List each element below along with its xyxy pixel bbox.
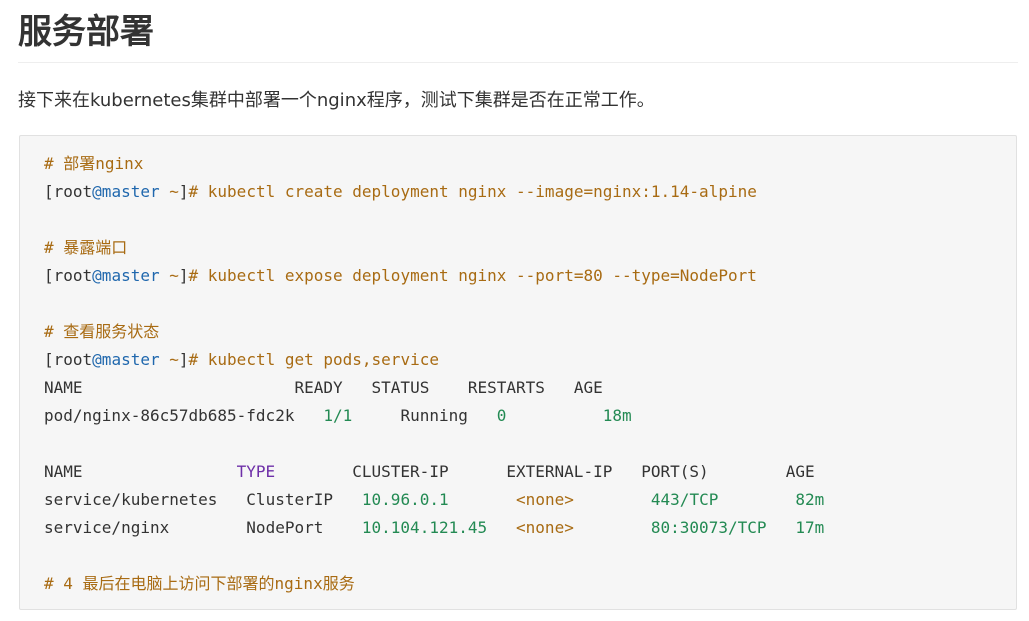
svc-type: NodePort: [246, 518, 324, 537]
pod-ready: 1/1: [323, 406, 353, 425]
command-expose: # kubectl expose deployment nginx --port…: [188, 266, 757, 285]
svc-ports: 80:30073/TCP: [650, 518, 767, 537]
svc-ports: 443/TCP: [650, 490, 719, 509]
svc-header-ports: PORT(S): [641, 462, 709, 481]
code-block[interactable]: # 部署nginx [root@master ~]# kubectl create…: [19, 135, 1017, 610]
services-table-row: service/kubernetes ClusterIP 10.96.0.1 <…: [44, 486, 824, 514]
command-line-create: [root@master ~]# kubectl create deployme…: [44, 178, 824, 206]
code-comment-deploy: # 部署nginx: [44, 154, 144, 173]
command-line-get: [root@master ~]# kubectl get pods,servic…: [44, 346, 824, 374]
command-line-expose: [root@master ~]# kubectl expose deployme…: [44, 262, 824, 290]
svc-header-age: AGE: [785, 462, 815, 481]
svc-cluster-ip: 10.104.121.45: [361, 518, 488, 537]
prompt-close: ]: [178, 182, 189, 201]
prompt-tilde: ~: [159, 182, 179, 201]
prompt-close: ]: [178, 266, 189, 285]
services-table-header: NAME TYPE CLUSTER-IP EXTERNAL-IP PORT(S)…: [44, 458, 824, 486]
svc-name: service/nginx: [44, 518, 170, 537]
svc-age: 82m: [795, 490, 825, 509]
pods-header-restarts: RESTARTS: [467, 378, 545, 397]
intro-paragraph: 接下来在kubernetes集群中部署一个nginx程序，测试下集群是否在正常工…: [18, 90, 655, 111]
code-comment-access: # 4 最后在电脑上访问下部署的nginx服务: [44, 574, 355, 593]
svc-age: 17m: [795, 518, 825, 537]
pod-name: pod/nginx-86c57db685-fdc2k: [44, 406, 295, 425]
svc-cluster-ip: 10.96.0.1: [361, 490, 449, 509]
svc-header-type: TYPE: [236, 462, 276, 481]
prompt-open: [root: [44, 182, 93, 201]
section-heading: 服务部署: [18, 12, 154, 52]
article-section: 服务部署 接下来在kubernetes集群中部署一个nginx程序，测试下集群是…: [0, 0, 1029, 621]
pod-status: Running: [400, 406, 468, 425]
pods-table-row: pod/nginx-86c57db685-fdc2k 1/1 Running 0…: [44, 402, 824, 430]
heading-divider: [18, 62, 1018, 63]
code-content: # 部署nginx [root@master ~]# kubectl create…: [44, 150, 824, 598]
pods-header-name: NAME: [44, 378, 83, 397]
svc-type: ClusterIP: [246, 490, 333, 509]
prompt-host: @master: [92, 350, 160, 369]
svc-header-name: NAME: [44, 462, 83, 481]
prompt-open: [root: [44, 266, 93, 285]
services-table-row: service/nginx NodePort 10.104.121.45 <no…: [44, 514, 824, 542]
code-comment-status: # 查看服务状态: [44, 322, 160, 341]
pods-table-header: NAME READY STATUS RESTARTS AGE: [44, 374, 824, 402]
pod-age: 18m: [602, 406, 632, 425]
prompt-tilde: ~: [159, 350, 179, 369]
svc-header-cluster-ip: CLUSTER-IP: [352, 462, 449, 481]
pods-header-ready: READY: [294, 378, 343, 397]
command-get: # kubectl get pods,service: [188, 350, 439, 369]
svc-external-ip: <none>: [516, 490, 574, 509]
pods-header-status: STATUS: [371, 378, 430, 397]
prompt-close: ]: [178, 350, 189, 369]
pods-header-age: AGE: [573, 378, 603, 397]
code-comment-expose: # 暴露端口: [44, 238, 128, 257]
prompt-tilde: ~: [159, 266, 179, 285]
svc-name: service/kubernetes: [44, 490, 218, 509]
prompt-host: @master: [92, 182, 160, 201]
svc-header-external-ip: EXTERNAL-IP: [506, 462, 613, 481]
command-create: # kubectl create deployment nginx --imag…: [188, 182, 757, 201]
svc-external-ip: <none>: [516, 518, 574, 537]
prompt-open: [root: [44, 350, 93, 369]
prompt-host: @master: [92, 266, 160, 285]
pod-restarts: 0: [496, 406, 507, 425]
